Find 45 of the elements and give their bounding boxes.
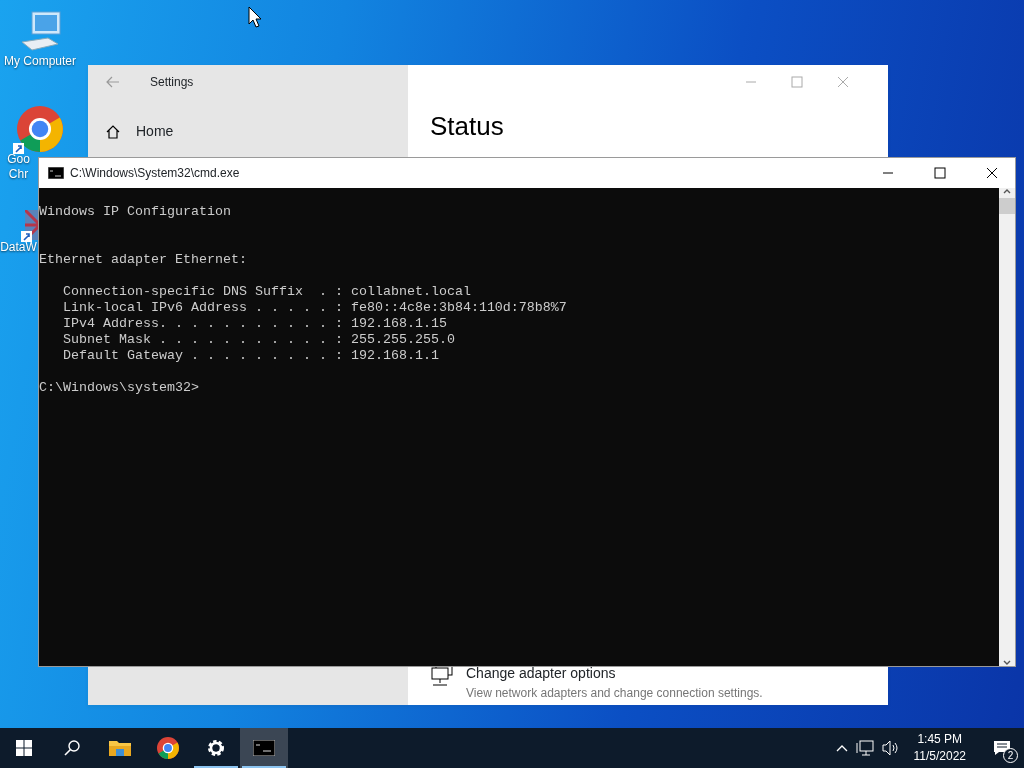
scroll-down-icon[interactable] [1003,660,1011,666]
volume-icon[interactable] [881,740,900,756]
console-value: fe80::4c8e:3b84:110d:78b8%7 [350,300,567,315]
icon-label: Chr [7,167,30,182]
console-text: Windows IP Configuration [39,204,231,219]
console-value: 255.255.255.0 [350,332,455,347]
close-icon[interactable] [986,167,998,179]
console-label: Subnet Mask . . . . . . . . . . . : [63,332,343,347]
console-icon [48,167,64,179]
console-label: IPv4 Address. . . . . . . . . . . : [63,316,343,331]
maximize-icon[interactable] [934,167,946,179]
folder-icon [109,738,131,758]
console-button[interactable] [240,728,288,768]
link-description: View network adapters and change connection settings. [466,685,763,702]
chrome-icon [17,106,63,152]
console-label: Connection-specific DNS Suffix . : [63,284,343,299]
console-value: 192.168.1.1 [350,348,439,363]
icon-label: Goo [6,152,31,167]
console-value: collabnet.local [350,284,471,299]
page-heading: Status [430,110,505,143]
console-value: 192.168.1.15 [350,316,447,331]
chrome-icon [157,737,179,759]
notification-count: 2 [1003,748,1018,763]
icon-label: My Computer [3,54,77,69]
console-icon [253,740,275,756]
console-label: Link-local IPv6 Address . . . . . : [63,300,343,315]
console-prompt: C:\Windows\system32> [39,380,199,395]
scroll-up-icon[interactable] [1003,188,1011,194]
console-label: Default Gateway . . . . . . . . . : [63,348,343,363]
nav-item[interactable]: Home [106,121,390,142]
windows-logo-icon [16,740,32,756]
search-icon [64,740,80,756]
link-title[interactable]: Change adapter options [466,663,763,684]
clock[interactable]: 1:45 PM 11/5/2022 [907,731,972,765]
console-text: Ethernet adapter Ethernet: [39,252,247,267]
mouse-cursor-icon [248,6,262,28]
network-icon[interactable] [855,740,874,756]
window-title: Settings [150,74,194,91]
chevron-up-icon[interactable] [835,744,848,752]
icon-label: DataW [0,240,37,255]
scrollbar[interactable] [999,188,1015,666]
home-icon [106,124,120,139]
window-title: C:\Windows\System32\cmd.exe [70,165,241,182]
gear-icon [206,738,226,758]
scroll-thumb[interactable] [999,198,1015,214]
